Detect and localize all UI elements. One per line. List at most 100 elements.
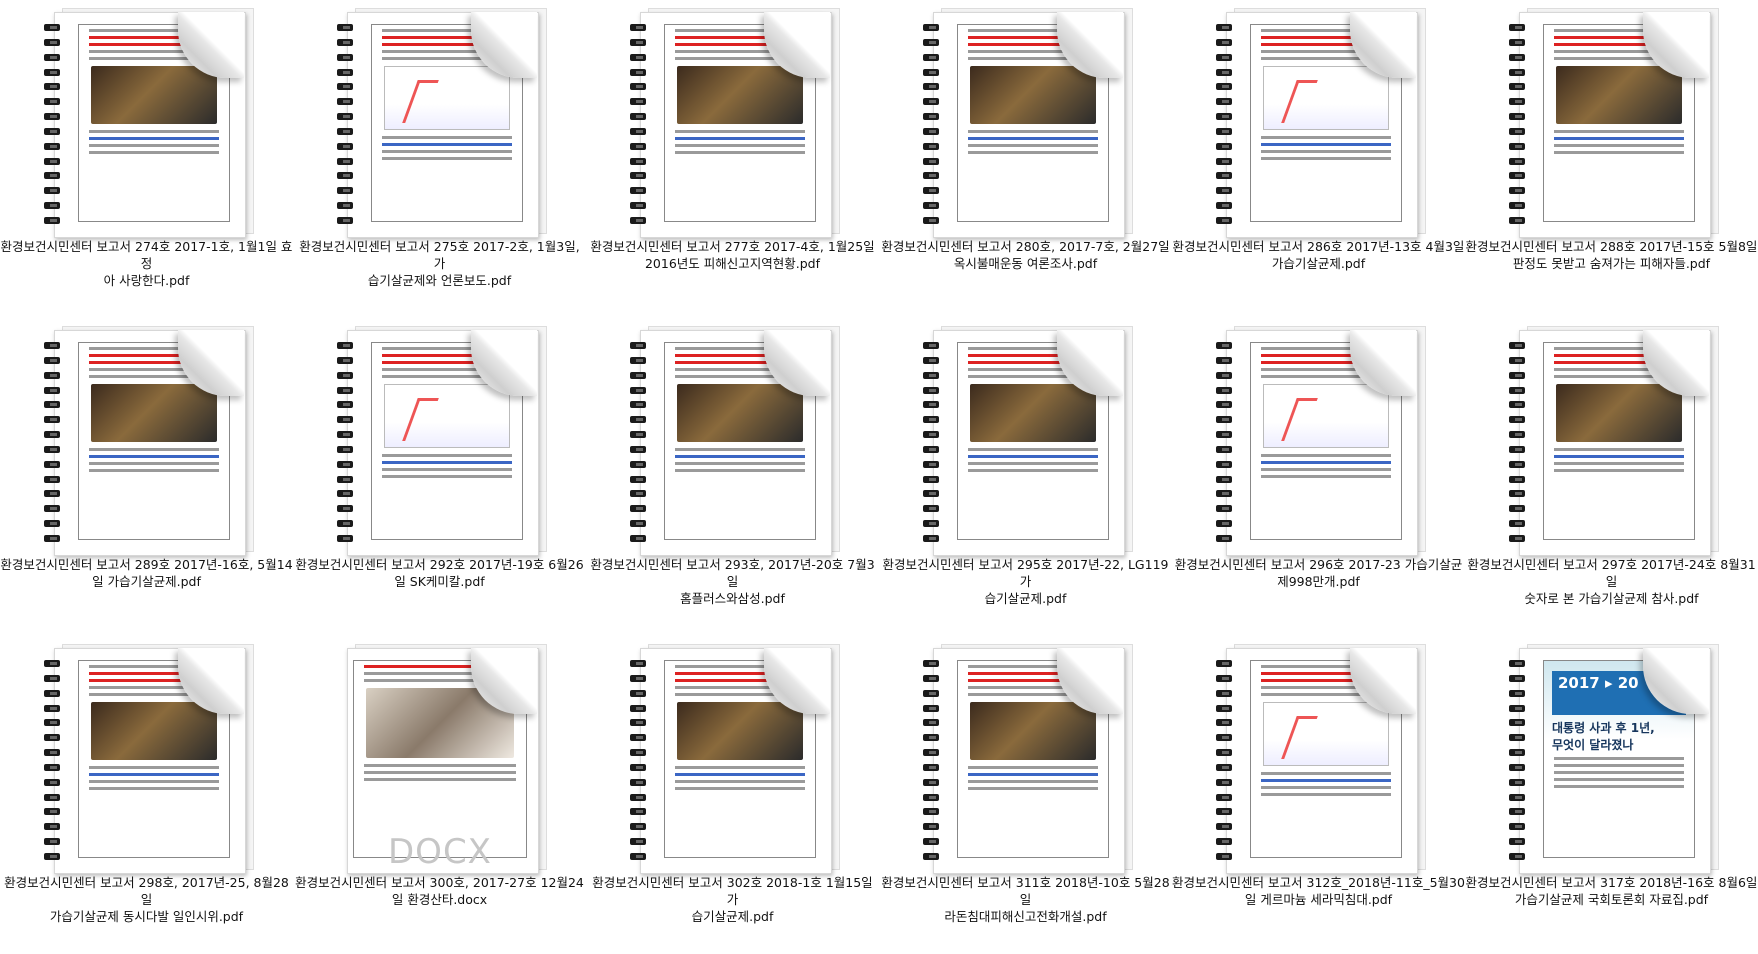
binder-ring	[1216, 660, 1232, 667]
binder-ring	[1509, 852, 1525, 860]
file-name[interactable]: 환경보건시민센터 보고서 293호, 2017년-20호 7월3일 홈플러스와삼성…	[586, 556, 879, 607]
binder-ring	[44, 520, 60, 528]
file-item[interactable]: 환경보건시민센터 보고서 274호 2017-1호, 1월1일 효정 아 사랑한다…	[0, 0, 293, 318]
binder-ring	[337, 216, 353, 224]
binder-ring	[44, 157, 60, 165]
binder-ring	[923, 98, 939, 106]
file-item[interactable]: 환경보건시민센터 보고서 280호, 2017-7호, 2월27일 옥시불매운동 …	[879, 0, 1172, 318]
file-item[interactable]: 환경보건시민센터 보고서 277호 2017-4호, 1월25일 2016년도 피…	[586, 0, 879, 318]
file-item[interactable]: 환경보건시민센터 보고서 275호 2017-2호, 1월3일, 가 습기살균제와…	[293, 0, 586, 318]
file-item[interactable]: 환경보건시민센터 보고서 296호 2017-23 가습기살균 제998만개.pd…	[1172, 318, 1465, 636]
binder-ring	[44, 808, 60, 816]
file-name[interactable]: 환경보건시민센터 보고서 296호 2017-23 가습기살균 제998만개.pd…	[1172, 556, 1465, 590]
binder-ring	[1509, 431, 1525, 439]
binder-ring	[923, 689, 939, 697]
binder-ring	[1509, 749, 1525, 757]
binder-ring	[44, 490, 60, 498]
file-item[interactable]: 환경보건시민센터 보고서 297호 2017년-24호 8월31일 숫자로 본 가…	[1465, 318, 1758, 636]
binder-ring	[1216, 505, 1232, 513]
binder-ring	[44, 431, 60, 439]
binder-ring	[630, 342, 646, 349]
binder-ring	[630, 505, 646, 513]
file-name[interactable]: 환경보건시민센터 보고서 311호 2018년-10호 5월28일 라돈침대피해신…	[879, 874, 1172, 925]
binder-ring	[44, 172, 60, 180]
binder-ring	[1216, 431, 1232, 439]
file-item[interactable]: 환경보건시민센터 보고서 293호, 2017년-20호 7월3일 홈플러스와삼성…	[586, 318, 879, 636]
file-name[interactable]: 환경보건시민센터 보고서 300호, 2017-27호 12월24 일 환경산타.…	[293, 874, 586, 908]
binder-ring	[337, 202, 353, 210]
binder-ring	[44, 505, 60, 513]
binder-ring	[923, 24, 939, 31]
binder-ring	[337, 505, 353, 513]
file-name[interactable]: 환경보건시민센터 보고서 312호_2018년-11호_5월30 일 게르마늄 세…	[1172, 874, 1465, 908]
binder-ring	[630, 172, 646, 180]
file-item[interactable]: 환경보건시민센터 보고서 298호, 2017년-25, 8월28일 가습기살균제…	[0, 636, 293, 954]
binder-ring	[630, 157, 646, 165]
file-item[interactable]: 환경보건시민센터 보고서 292호 2017년-19호 6월26 일 SK케미칼.…	[293, 318, 586, 636]
file-grid: 환경보건시민센터 보고서 274호 2017-1호, 1월1일 효정 아 사랑한다…	[0, 0, 1758, 954]
page-chart	[1263, 384, 1389, 448]
binder-ring	[630, 416, 646, 424]
file-item[interactable]: 환경보건시민센터 보고서 286호 2017년-13호 4월3일 가습기살균제.p…	[1172, 0, 1465, 318]
binder-ring	[1216, 534, 1232, 542]
file-item[interactable]: 환경보건시민센터 보고서 289호 2017년-16호, 5월14 일 가습기살균…	[0, 318, 293, 636]
file-name[interactable]: 환경보건시민센터 보고서 288호 2017년-15호 5월8일 판정도 못받고 …	[1465, 238, 1758, 272]
file-name[interactable]: 환경보건시민센터 보고서 292호 2017년-19호 6월26 일 SK케미칼.…	[293, 556, 586, 590]
file-name-line-1: 환경보건시민센터 보고서 302호 2018-1호 1월15일 가	[592, 875, 873, 907]
file-item[interactable]: 2017 ▸ 20 대통령 사과 후 1년, 무엇이 달라졌나 환경보건시민센터 보고…	[1465, 636, 1758, 954]
binder-ring	[337, 38, 353, 46]
file-name[interactable]: 환경보건시민센터 보고서 275호 2017-2호, 1월3일, 가 습기살균제와…	[293, 238, 586, 289]
file-name[interactable]: 환경보건시민센터 보고서 295호 2017년-22, LG119 가 습기살균제…	[879, 556, 1172, 607]
file-item[interactable]: 환경보건시민센터 보고서 295호 2017년-22, LG119 가 습기살균제…	[879, 318, 1172, 636]
file-item[interactable]: 환경보건시민센터 보고서 311호 2018년-10호 5월28일 라돈침대피해신…	[879, 636, 1172, 954]
binder-spiral	[923, 660, 939, 860]
binder-ring	[630, 38, 646, 46]
binder-ring	[1509, 445, 1525, 453]
binder-ring	[923, 38, 939, 46]
binder-ring	[1509, 823, 1525, 831]
binder-ring	[44, 187, 60, 195]
file-name[interactable]: 환경보건시민센터 보고서 286호 2017년-13호 4월3일 가습기살균제.p…	[1172, 238, 1465, 272]
binder-ring	[630, 689, 646, 697]
binder-ring	[44, 68, 60, 76]
binder-ring	[44, 793, 60, 801]
file-name[interactable]: 환경보건시민센터 보고서 317호 2018년-16호 8월6일 가습기살균제 국…	[1465, 874, 1758, 908]
binder-ring	[337, 490, 353, 498]
file-name[interactable]: 환경보건시민센터 보고서 297호 2017년-24호 8월31일 숫자로 본 가…	[1465, 556, 1758, 607]
binder-ring	[1509, 142, 1525, 150]
page-chart	[384, 66, 510, 130]
file-name-line-2: 라돈침대피해신고전화개설.pdf	[944, 909, 1107, 924]
binder-ring	[630, 386, 646, 394]
file-name[interactable]: 환경보건시민센터 보고서 277호 2017-4호, 1월25일 2016년도 피…	[586, 238, 879, 272]
page-photo	[677, 66, 803, 124]
binder-spiral	[630, 24, 646, 224]
file-name-line-1: 환경보건시민센터 보고서 289호 2017년-16호, 5월14	[0, 557, 293, 572]
file-item[interactable]: 환경보건시민센터 보고서 312호_2018년-11호_5월30 일 게르마늄 세…	[1172, 636, 1465, 954]
binder-ring	[923, 342, 939, 349]
file-name-line-2: 일 가습기살균제.pdf	[92, 574, 201, 589]
file-item[interactable]: DOCX 환경보건시민센터 보고서 300호, 2017-27호 12월24 일 환…	[293, 636, 586, 954]
file-name-line-2: 숫자로 본 가습기살균제 참사.pdf	[1524, 591, 1699, 606]
file-name[interactable]: 환경보건시민센터 보고서 274호 2017-1호, 1월1일 효정 아 사랑한다…	[0, 238, 293, 289]
binder-ring	[1216, 157, 1232, 165]
file-name-line-1: 환경보건시민센터 보고서 280호, 2017-7호, 2월27일	[881, 239, 1170, 254]
file-name[interactable]: 환경보건시민센터 보고서 280호, 2017-7호, 2월27일 옥시불매운동 …	[879, 238, 1172, 272]
file-name[interactable]: 환경보건시민센터 보고서 289호 2017년-16호, 5월14 일 가습기살균…	[0, 556, 293, 590]
file-name-line-2: 홈플러스와삼성.pdf	[680, 591, 785, 606]
file-item[interactable]: 환경보건시민센터 보고서 288호 2017년-15호 5월8일 판정도 못받고 …	[1465, 0, 1758, 318]
binder-spiral	[44, 660, 60, 860]
binder-ring	[630, 719, 646, 727]
binder-ring	[44, 852, 60, 860]
binder-ring	[923, 475, 939, 483]
file-name[interactable]: 환경보건시민센터 보고서 298호, 2017년-25, 8월28일 가습기살균제…	[0, 874, 293, 925]
binder-ring	[923, 490, 939, 498]
binder-ring	[337, 416, 353, 424]
file-item[interactable]: 환경보건시민센터 보고서 302호 2018-1호 1월15일 가 습기살균제.p…	[586, 636, 879, 954]
binder-ring	[630, 431, 646, 439]
file-name[interactable]: 환경보건시민센터 보고서 302호 2018-1호 1월15일 가 습기살균제.p…	[586, 874, 879, 925]
page-photo	[1556, 66, 1682, 124]
binder-ring	[44, 534, 60, 542]
binder-ring	[1216, 38, 1232, 46]
page-photo	[677, 384, 803, 442]
binder-ring	[1509, 674, 1525, 682]
